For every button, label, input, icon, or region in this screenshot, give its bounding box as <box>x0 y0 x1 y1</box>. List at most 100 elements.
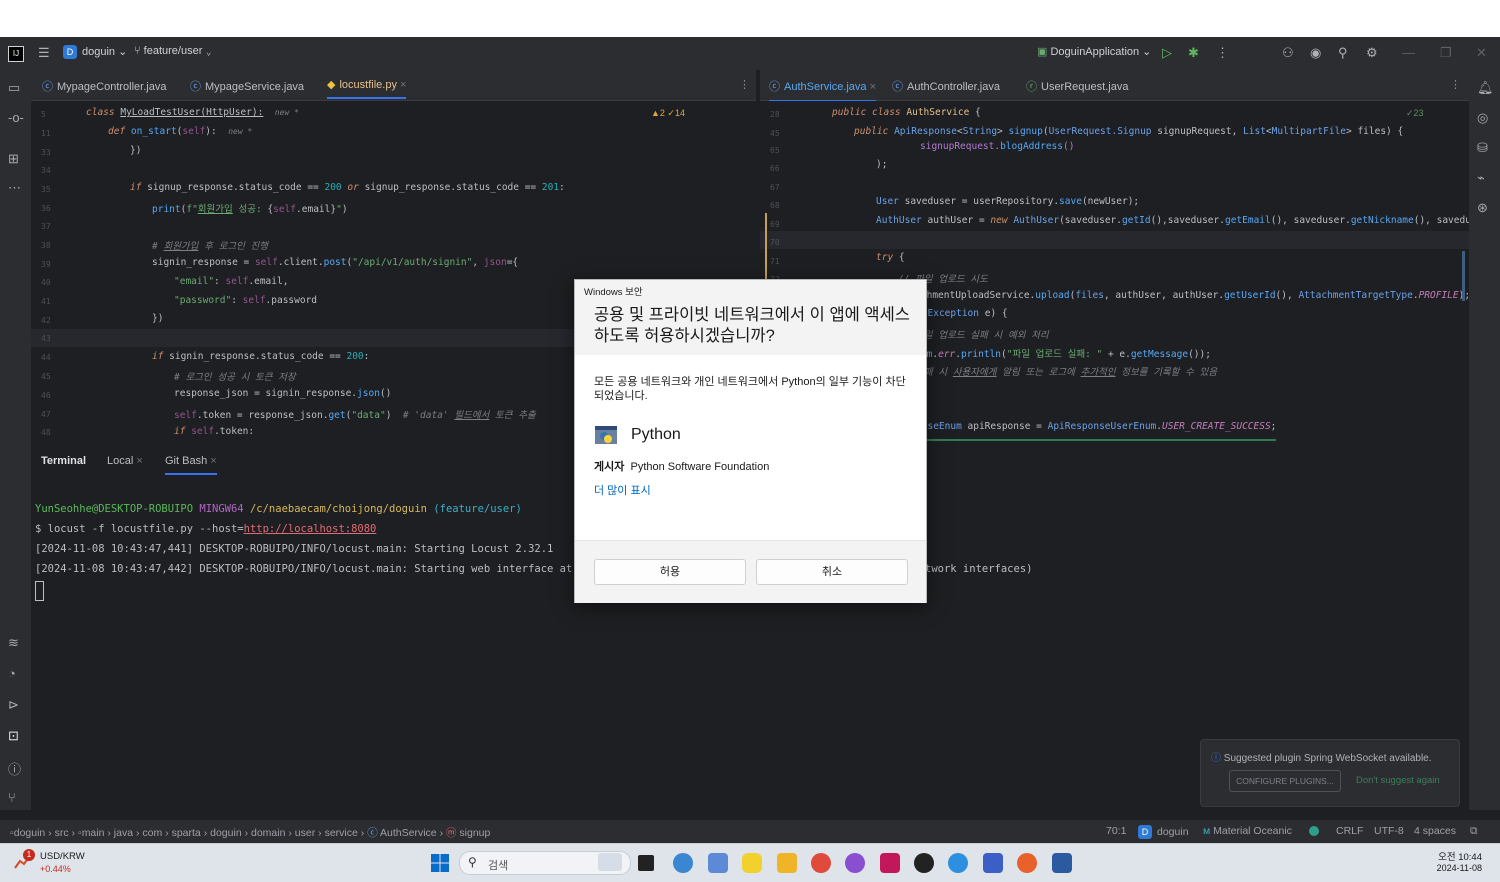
terminal-app-icon[interactable] <box>1052 853 1072 873</box>
ai-assistant-icon[interactable]: ◉ <box>1310 45 1321 61</box>
problems-icon[interactable]: ⓘ <box>8 759 21 778</box>
breadcrumb-item[interactable]: main <box>82 827 105 839</box>
taskbar-search-box[interactable]: ⚲ 검색 <box>459 851 631 875</box>
project-indicator[interactable]: Ddoguin <box>1138 825 1189 839</box>
project-folder-icon[interactable]: ▭ <box>8 80 20 96</box>
start-windows-icon[interactable] <box>430 853 450 873</box>
breadcrumb-item[interactable]: service <box>325 827 358 839</box>
breadcrumb-item[interactable]: sparta <box>172 827 201 839</box>
app-icon[interactable] <box>948 853 968 873</box>
breadcrumb-item[interactable]: src <box>55 827 69 839</box>
cursor-position[interactable]: 70:1 <box>1106 825 1126 837</box>
tab-auth-service[interactable]: ⓒ AuthService.java × <box>769 78 877 102</box>
notepad-icon[interactable] <box>983 853 1003 873</box>
breadcrumb-item[interactable]: user <box>295 827 315 839</box>
tab-close-icon[interactable]: × <box>870 81 876 93</box>
search-icon[interactable]: ⚲ <box>1338 45 1348 61</box>
publisher-name: Python Software Foundation <box>630 461 770 473</box>
breadcrumb-item[interactable]: doguin <box>210 827 242 839</box>
ai-icon[interactable]: ◎ <box>1477 110 1488 126</box>
breadcrumb-item[interactable]: doguin <box>14 827 46 839</box>
clock-time[interactable]: 오전 10:44 <box>1420 849 1482 863</box>
layers-icon[interactable]: ≋ <box>8 635 19 651</box>
line-number: 38 <box>41 241 51 250</box>
tab-options-icon[interactable]: ⋮ <box>1450 78 1461 91</box>
minimize-icon[interactable]: — <box>1402 45 1415 60</box>
branch-selector[interactable]: ⑂ feature/user ⌄ <box>134 45 212 57</box>
ticker-name[interactable]: USD/KRW <box>40 851 85 862</box>
database-icon[interactable]: ⛁ <box>1477 140 1488 156</box>
postman-icon[interactable] <box>1017 853 1037 873</box>
breadcrumb-item[interactable]: signup <box>459 827 490 839</box>
kakaotalk-icon[interactable] <box>742 853 762 873</box>
line-number: 66 <box>770 164 780 173</box>
browser-app-icon[interactable] <box>673 853 693 873</box>
services-icon[interactable]: ⊳ <box>8 697 19 713</box>
debug-icon[interactable]: ✱ <box>1188 45 1199 61</box>
dont-suggest-link[interactable]: Don't suggest again <box>1356 775 1440 786</box>
tab-close-icon[interactable]: × <box>136 455 142 467</box>
intellij-logo-icon[interactable]: IJ <box>8 46 24 62</box>
more-tools-icon[interactable]: ⋯ <box>8 180 21 196</box>
editor-scrollbar[interactable] <box>1462 251 1465 301</box>
line-number: 37 <box>41 222 51 231</box>
tab-close-icon[interactable]: × <box>210 455 216 467</box>
breadcrumb[interactable]: ▫doguin › src › ▫main › java › com › spa… <box>10 825 490 840</box>
cancel-button[interactable]: 취소 <box>756 559 908 585</box>
main-menu-icon[interactable]: ☰ <box>38 45 50 61</box>
inspection-widget[interactable]: ✓23 <box>1406 108 1424 119</box>
more-actions-icon[interactable]: ⋮ <box>1216 45 1229 61</box>
theme-indicator[interactable]: ᴍ Material Oceanic <box>1203 825 1292 837</box>
tab-locustfile[interactable]: ◆ locustfile.py × <box>327 78 407 99</box>
settings-gear-icon[interactable]: ⚙ <box>1366 45 1378 61</box>
intellij-taskbar-icon[interactable] <box>880 853 900 873</box>
tab-local[interactable]: Local × <box>107 455 143 467</box>
task-view-icon[interactable] <box>638 855 654 871</box>
breadcrumb-item[interactable]: java <box>114 827 133 839</box>
tab-close-icon[interactable]: × <box>400 79 406 91</box>
project-selector[interactable]: Ddoguin ⌄ <box>63 45 127 59</box>
snipping-tool-icon[interactable] <box>708 853 728 873</box>
tab-mypage-service[interactable]: ⓒ MypageService.java <box>190 78 304 94</box>
breadcrumb-item[interactable]: domain <box>251 827 285 839</box>
tab-git-bash[interactable]: Git Bash × <box>165 455 217 475</box>
restore-icon[interactable]: ❐ <box>1440 45 1452 61</box>
tab-user-request[interactable]: ⓡ UserRequest.java <box>1026 78 1128 94</box>
localhost-link[interactable]: http://localhost:8080 <box>244 523 377 535</box>
read-only-lock-icon[interactable]: ⧉ <box>1470 825 1478 838</box>
tab-label: MypageController.java <box>57 81 167 93</box>
breadcrumb-item[interactable]: AuthService <box>380 827 437 839</box>
code-line: // 실패 시 사용자에게 알림 또는 로그에 추가적인 정보를 기록할 수 있… <box>898 367 1218 378</box>
line-separator[interactable]: CRLF <box>1336 825 1363 837</box>
chrome-icon[interactable] <box>811 853 831 873</box>
python-app-icon <box>594 424 618 446</box>
profiler-icon[interactable]: ◔ <box>8 666 16 681</box>
inspection-widget[interactable]: ▲2 ✓14 <box>651 108 685 119</box>
run-icon[interactable]: ▷ <box>1162 45 1172 61</box>
breadcrumb-item[interactable]: com <box>142 827 162 839</box>
indent-setting[interactable]: 4 spaces <box>1414 825 1456 837</box>
clock-date[interactable]: 2024-11-08 <box>1420 863 1482 873</box>
tab-mypage-controller[interactable]: ⓒ MypageController.java <box>42 78 166 94</box>
endpoints-icon[interactable]: ⌁ <box>1477 170 1485 186</box>
show-more-link[interactable]: 더 많이 표시 <box>594 482 651 498</box>
close-icon[interactable]: ✕ <box>1476 45 1487 61</box>
add-user-icon[interactable]: ⚇ <box>1282 45 1294 61</box>
file-encoding[interactable]: UTF-8 <box>1374 825 1404 837</box>
tab-terminal[interactable]: Terminal <box>41 455 86 467</box>
structure-icon[interactable]: ⊞ <box>8 151 19 167</box>
file-explorer-icon[interactable] <box>777 853 797 873</box>
run-config-selector[interactable]: ▣ DoguinApplication ⌄ <box>1037 45 1151 58</box>
copilot-icon[interactable]: ⊛ <box>1477 200 1488 216</box>
windows-security-dialog: Windows 보안 공용 및 프라이빗 네트워크에서 이 앱에 액세스하도록 … <box>574 279 927 603</box>
github-desktop-icon[interactable] <box>914 853 934 873</box>
configure-plugins-button[interactable]: CONFIGURE PLUGINS... <box>1229 770 1341 792</box>
notifications-icon[interactable]: 🔔︎ <box>1477 80 1494 96</box>
tab-auth-controller[interactable]: ⓒ AuthController.java <box>892 78 1000 94</box>
terminal-icon[interactable]: ⊡ <box>8 728 19 744</box>
slack-icon[interactable] <box>845 853 865 873</box>
git-icon[interactable]: ⑂ <box>8 790 16 805</box>
tab-options-icon[interactable]: ⋮ <box>739 78 750 91</box>
allow-button[interactable]: 허용 <box>594 559 746 585</box>
commit-icon[interactable]: -o- <box>8 110 24 125</box>
